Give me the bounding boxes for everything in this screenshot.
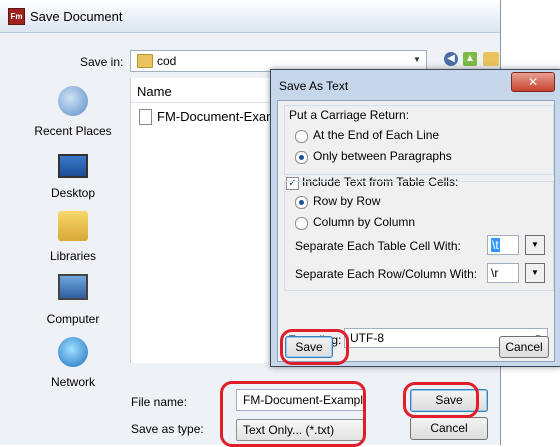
cell-separator-dropdown-button[interactable]: ▼ [525, 235, 545, 255]
radio-column-by-column[interactable] [295, 217, 308, 230]
desktop-icon [58, 154, 88, 178]
cancel-button[interactable]: Cancel [410, 417, 488, 440]
row-separator-value: \r [491, 266, 499, 280]
annotation-dialog-save-highlight [280, 329, 349, 365]
radio-row-by-row[interactable] [295, 196, 308, 209]
table-cells-group: Row by Row Column by Column Separate Eac… [284, 181, 554, 291]
close-icon[interactable]: ✕ [511, 72, 555, 92]
back-icon[interactable]: ◀ [444, 52, 458, 66]
framemaker-logo-icon: Fm [8, 8, 25, 25]
network-icon [58, 337, 88, 367]
option-row-by-row-label: Row by Row [313, 194, 381, 208]
nav-item-recent-places[interactable]: Recent Places [18, 86, 128, 146]
nav-item-label: Desktop [50, 186, 96, 200]
file-name-label: File name: [131, 395, 188, 409]
dialog-body: Put a Carriage Return: At the End of Eac… [277, 100, 555, 362]
nav-item-network[interactable]: Network [18, 337, 128, 397]
nav-item-label: Recent Places [34, 124, 112, 138]
nav-item-libraries[interactable]: Libraries [18, 211, 128, 271]
dialog-title: Save As Text [279, 79, 349, 93]
nav-item-label: Libraries [49, 249, 97, 263]
libraries-icon [58, 211, 88, 241]
dialog-cancel-button[interactable]: Cancel [499, 336, 549, 358]
document-icon [139, 109, 152, 125]
dialog-titlebar: Save As Text ✕ [271, 70, 560, 100]
new-folder-icon[interactable] [483, 52, 499, 66]
cell-separator-input[interactable]: \t [487, 235, 519, 255]
save-in-value: cod [157, 54, 177, 68]
save-as-type-label: Save as type: [131, 422, 204, 436]
nav-item-desktop[interactable]: Desktop [18, 148, 128, 208]
cell-separator-value: \t [491, 238, 500, 252]
recent-places-icon [58, 86, 88, 116]
list-item[interactable]: FM-Document-Example [139, 108, 294, 126]
nav-item-label: Network [50, 375, 95, 389]
up-folder-icon[interactable]: ▲ [463, 52, 477, 66]
carriage-return-group: Put a Carriage Return: At the End of Eac… [284, 105, 554, 175]
annotation-save-highlight [403, 382, 479, 418]
chevron-down-icon[interactable]: ▼ [411, 54, 423, 66]
navigation-pane: Recent Places Desktop Libraries Computer… [18, 78, 128, 389]
option-end-of-line-label: At the End of Each Line [313, 128, 440, 142]
window-titlebar: Fm Save Document [0, 0, 500, 33]
save-in-label: Save in: [80, 55, 124, 69]
save-as-text-dialog: Save As Text ✕ Put a Carriage Return: At… [270, 69, 560, 367]
nav-item-label: Computer [46, 312, 100, 326]
radio-between-paragraphs[interactable] [295, 151, 308, 164]
column-header-label: Name [137, 84, 172, 99]
row-separator-input[interactable]: \r [487, 263, 519, 283]
row-separator-dropdown-button[interactable]: ▼ [525, 263, 545, 283]
folder-icon [137, 54, 153, 68]
carriage-return-heading: Put a Carriage Return: [289, 108, 410, 122]
cell-separator-label: Separate Each Table Cell With: [295, 239, 461, 253]
row-separator-label: Separate Each Row/Column With: [295, 267, 478, 281]
annotation-file-name-highlight [220, 381, 366, 447]
computer-icon [58, 274, 88, 300]
radio-end-of-line[interactable] [295, 130, 308, 143]
nav-item-computer[interactable]: Computer [18, 274, 128, 334]
window-title: Save Document [30, 9, 123, 24]
option-column-by-column-label: Column by Column [313, 215, 416, 229]
option-between-paragraphs-label: Only between Paragraphs [313, 149, 452, 163]
